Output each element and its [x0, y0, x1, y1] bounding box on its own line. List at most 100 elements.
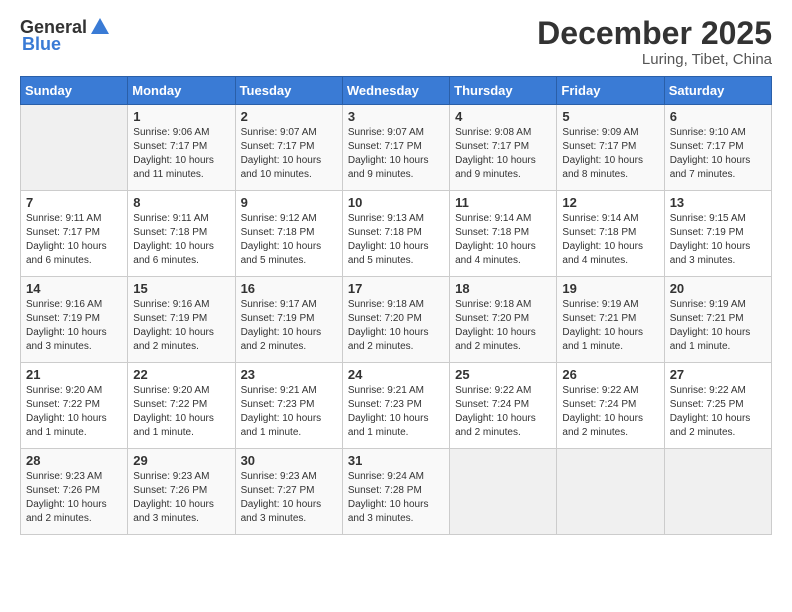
- day-number: 21: [26, 367, 122, 382]
- calendar-cell: 23 Sunrise: 9:21 AMSunset: 7:23 PMDayligh…: [235, 363, 342, 449]
- day-info: Sunrise: 9:22 AMSunset: 7:25 PMDaylight:…: [670, 384, 766, 440]
- day-number: 8: [133, 195, 229, 210]
- calendar-cell: 22Sunrise: 9:20 AMSunset: 7:22 PMDayligh…: [128, 363, 235, 449]
- calendar-cell: 7 Sunrise: 9:11 AMSunset: 7:17 PMDaylight…: [21, 191, 128, 277]
- day-info: Sunrise: 9:17 AMSunset: 7:19 PMDaylight:…: [241, 298, 337, 354]
- day-number: 9: [241, 195, 337, 210]
- day-info: Sunrise: 9:14 AMSunset: 7:18 PMDaylight:…: [562, 212, 658, 268]
- day-number: 15: [133, 281, 229, 296]
- calendar-cell: 5 Sunrise: 9:09 AMSunset: 7:17 PMDaylight…: [557, 105, 664, 191]
- day-number: 1: [133, 109, 229, 124]
- col-monday: Monday: [128, 77, 235, 105]
- day-info: Sunrise: 9:16 AMSunset: 7:19 PMDaylight:…: [26, 298, 122, 354]
- page: General Blue December 2025 Luring, Tibet…: [0, 0, 792, 612]
- calendar-cell: 17Sunrise: 9:18 AMSunset: 7:20 PMDayligh…: [342, 277, 449, 363]
- day-number: 20: [670, 281, 766, 296]
- day-info: Sunrise: 9:23 AMSunset: 7:26 PMDaylight:…: [26, 470, 122, 526]
- day-number: 13: [670, 195, 766, 210]
- calendar-cell: 6 Sunrise: 9:10 AMSunset: 7:17 PMDaylight…: [664, 105, 771, 191]
- day-info: Sunrise: 9:18 AMSunset: 7:20 PMDaylight:…: [455, 298, 551, 354]
- week-row-5: 28 Sunrise: 9:23 AMSunset: 7:26 PMDayligh…: [21, 449, 772, 535]
- day-number: 29: [133, 453, 229, 468]
- day-info: Sunrise: 9:21 AMSunset: 7:23 PMDaylight:…: [241, 384, 337, 440]
- day-info: Sunrise: 9:21 AMSunset: 7:23 PMDaylight:…: [348, 384, 444, 440]
- calendar-cell: 25 Sunrise: 9:22 AMSunset: 7:24 PMDayligh…: [450, 363, 557, 449]
- calendar-cell: 26 Sunrise: 9:22 AMSunset: 7:24 PMDayligh…: [557, 363, 664, 449]
- col-wednesday: Wednesday: [342, 77, 449, 105]
- day-info: Sunrise: 9:22 AMSunset: 7:24 PMDaylight:…: [455, 384, 551, 440]
- logo: General Blue: [20, 16, 111, 55]
- logo-blue: Blue: [22, 34, 61, 55]
- day-info: Sunrise: 9:07 AMSunset: 7:17 PMDaylight:…: [241, 126, 337, 182]
- calendar-cell: 1 Sunrise: 9:06 AMSunset: 7:17 PMDaylight…: [128, 105, 235, 191]
- calendar-header-row: Sunday Monday Tuesday Wednesday Thursday…: [21, 77, 772, 105]
- calendar-cell: 12 Sunrise: 9:14 AMSunset: 7:18 PMDayligh…: [557, 191, 664, 277]
- calendar-cell: 31 Sunrise: 9:24 AMSunset: 7:28 PMDayligh…: [342, 449, 449, 535]
- calendar-cell: 4 Sunrise: 9:08 AMSunset: 7:17 PMDaylight…: [450, 105, 557, 191]
- day-number: 12: [562, 195, 658, 210]
- day-info: Sunrise: 9:19 AMSunset: 7:21 PMDaylight:…: [562, 298, 658, 354]
- col-sunday: Sunday: [21, 77, 128, 105]
- month-title: December 2025: [537, 16, 772, 51]
- day-info: Sunrise: 9:10 AMSunset: 7:17 PMDaylight:…: [670, 126, 766, 182]
- calendar-cell: [21, 105, 128, 191]
- day-info: Sunrise: 9:11 AMSunset: 7:18 PMDaylight:…: [133, 212, 229, 268]
- day-info: Sunrise: 9:13 AMSunset: 7:18 PMDaylight:…: [348, 212, 444, 268]
- day-info: Sunrise: 9:11 AMSunset: 7:17 PMDaylight:…: [26, 212, 122, 268]
- calendar-cell: [664, 449, 771, 535]
- calendar-cell: 2Sunrise: 9:07 AMSunset: 7:17 PMDaylight…: [235, 105, 342, 191]
- day-number: 30: [241, 453, 337, 468]
- day-number: 5: [562, 109, 658, 124]
- day-number: 16: [241, 281, 337, 296]
- day-info: Sunrise: 9:24 AMSunset: 7:28 PMDaylight:…: [348, 470, 444, 526]
- calendar-cell: 11Sunrise: 9:14 AMSunset: 7:18 PMDayligh…: [450, 191, 557, 277]
- calendar-cell: 21Sunrise: 9:20 AMSunset: 7:22 PMDayligh…: [21, 363, 128, 449]
- day-number: 25: [455, 367, 551, 382]
- day-info: Sunrise: 9:20 AMSunset: 7:22 PMDaylight:…: [133, 384, 229, 440]
- day-number: 7: [26, 195, 122, 210]
- day-info: Sunrise: 9:06 AMSunset: 7:17 PMDaylight:…: [133, 126, 229, 182]
- location: Luring, Tibet, China: [537, 51, 772, 68]
- logo-icon: [89, 16, 111, 38]
- day-number: 23: [241, 367, 337, 382]
- calendar-cell: 29 Sunrise: 9:23 AMSunset: 7:26 PMDayligh…: [128, 449, 235, 535]
- week-row-3: 14 Sunrise: 9:16 AMSunset: 7:19 PMDayligh…: [21, 277, 772, 363]
- day-info: Sunrise: 9:22 AMSunset: 7:24 PMDaylight:…: [562, 384, 658, 440]
- day-number: 14: [26, 281, 122, 296]
- day-number: 28: [26, 453, 122, 468]
- day-number: 26: [562, 367, 658, 382]
- day-number: 18: [455, 281, 551, 296]
- day-info: Sunrise: 9:23 AMSunset: 7:26 PMDaylight:…: [133, 470, 229, 526]
- col-tuesday: Tuesday: [235, 77, 342, 105]
- week-row-2: 7 Sunrise: 9:11 AMSunset: 7:17 PMDaylight…: [21, 191, 772, 277]
- day-info: Sunrise: 9:16 AMSunset: 7:19 PMDaylight:…: [133, 298, 229, 354]
- calendar-cell: [450, 449, 557, 535]
- header: General Blue December 2025 Luring, Tibet…: [20, 16, 772, 68]
- calendar-cell: 3Sunrise: 9:07 AMSunset: 7:17 PMDaylight…: [342, 105, 449, 191]
- day-info: Sunrise: 9:19 AMSunset: 7:21 PMDaylight:…: [670, 298, 766, 354]
- calendar-cell: [557, 449, 664, 535]
- calendar-table: Sunday Monday Tuesday Wednesday Thursday…: [20, 76, 772, 535]
- calendar-cell: 28 Sunrise: 9:23 AMSunset: 7:26 PMDayligh…: [21, 449, 128, 535]
- calendar-cell: 18 Sunrise: 9:18 AMSunset: 7:20 PMDayligh…: [450, 277, 557, 363]
- day-info: Sunrise: 9:08 AMSunset: 7:17 PMDaylight:…: [455, 126, 551, 182]
- col-thursday: Thursday: [450, 77, 557, 105]
- day-info: Sunrise: 9:07 AMSunset: 7:17 PMDaylight:…: [348, 126, 444, 182]
- day-info: Sunrise: 9:12 AMSunset: 7:18 PMDaylight:…: [241, 212, 337, 268]
- day-number: 27: [670, 367, 766, 382]
- day-number: 19: [562, 281, 658, 296]
- day-info: Sunrise: 9:15 AMSunset: 7:19 PMDaylight:…: [670, 212, 766, 268]
- calendar-cell: 20 Sunrise: 9:19 AMSunset: 7:21 PMDayligh…: [664, 277, 771, 363]
- col-friday: Friday: [557, 77, 664, 105]
- day-number: 6: [670, 109, 766, 124]
- calendar-cell: 30Sunrise: 9:23 AMSunset: 7:27 PMDayligh…: [235, 449, 342, 535]
- calendar-cell: 13 Sunrise: 9:15 AMSunset: 7:19 PMDayligh…: [664, 191, 771, 277]
- day-number: 4: [455, 109, 551, 124]
- col-saturday: Saturday: [664, 77, 771, 105]
- day-number: 31: [348, 453, 444, 468]
- calendar-cell: 15 Sunrise: 9:16 AMSunset: 7:19 PMDayligh…: [128, 277, 235, 363]
- day-info: Sunrise: 9:14 AMSunset: 7:18 PMDaylight:…: [455, 212, 551, 268]
- calendar-cell: 14 Sunrise: 9:16 AMSunset: 7:19 PMDayligh…: [21, 277, 128, 363]
- week-row-1: 1 Sunrise: 9:06 AMSunset: 7:17 PMDaylight…: [21, 105, 772, 191]
- day-info: Sunrise: 9:09 AMSunset: 7:17 PMDaylight:…: [562, 126, 658, 182]
